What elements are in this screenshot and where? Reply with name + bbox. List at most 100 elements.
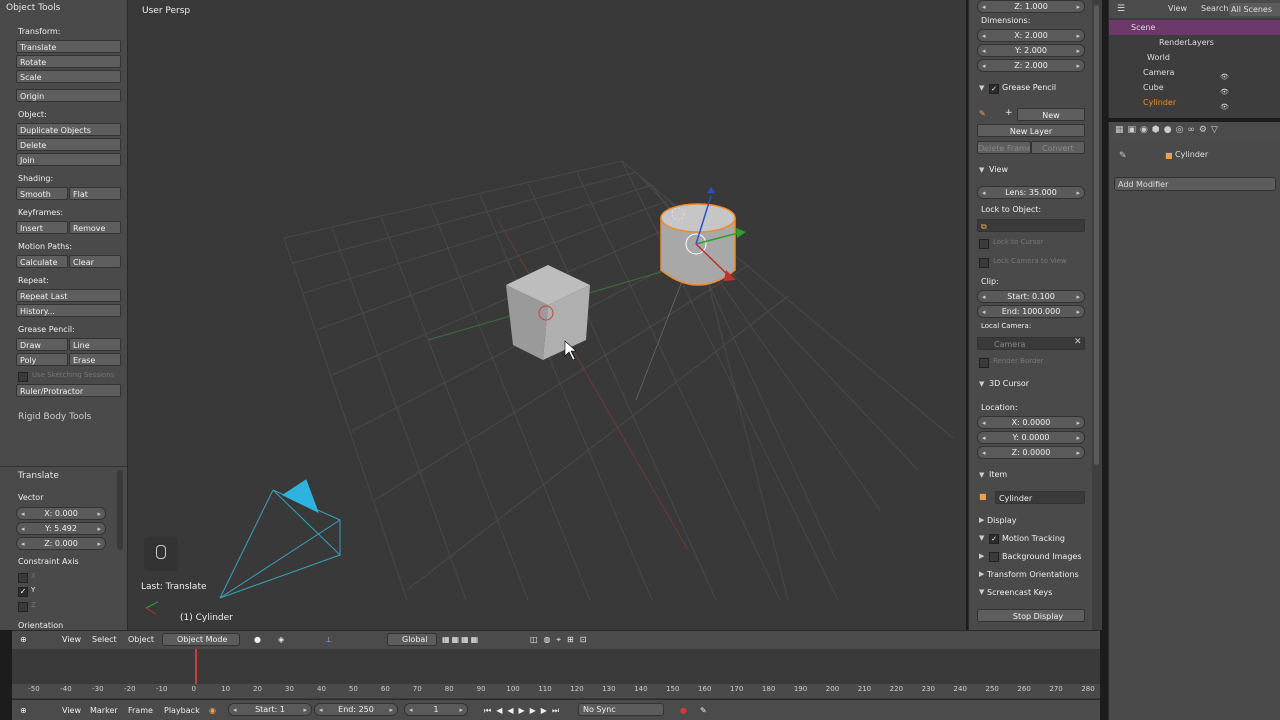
lock-camera-checkbox[interactable] [979,258,989,268]
dimension-y-field[interactable]: ◂ Y: 2.000 ▸ [977,44,1085,57]
remove-keyframe-button[interactable]: Remove [69,221,121,234]
clip-end-field[interactable]: ◂ End: 1000.000 ▸ [977,305,1085,318]
repeat-last-button[interactable]: Repeat Last [16,289,121,302]
operator-title[interactable]: Translate [18,471,59,481]
lock-to-cursor-checkbox[interactable] [979,239,989,249]
outliner-row-renderlayers[interactable]: RenderLayers [1109,35,1280,50]
vector-y-field[interactable]: ◂ Y: 5.492 ▸ [16,522,106,535]
gp-line-button[interactable]: Line [69,338,121,351]
flat-button[interactable]: Flat [69,187,121,200]
dimension-z-field[interactable]: ◂ Z: 2.000 ▸ [977,59,1085,72]
delete-frame-button[interactable]: Delete Frame [977,141,1031,154]
3d-viewport[interactable]: User Persp Last: Translate (1) Cylinder [128,0,966,630]
playback-controls[interactable]: ⏮◀◀▶▶▶⏭ [484,704,564,717]
axis-y-checkbox[interactable]: ✓ [18,587,28,597]
orientation-select[interactable]: Global [387,633,437,646]
outliner-view-menu[interactable]: View [1168,4,1187,13]
rotate-button[interactable]: Rotate [16,55,121,68]
screencast-collapse-icon[interactable]: ▼ [979,588,984,596]
snap-icons[interactable]: ◫◍⌖⊞⊡ [530,633,592,646]
clear-camera-icon[interactable]: ✕ [1074,337,1082,347]
end-frame-field[interactable]: ◂ End: 250 ▸ [314,703,398,716]
axis-z-checkbox[interactable] [18,602,28,612]
vector-x-field[interactable]: ◂ X: 0.000 ▸ [16,507,106,520]
timeline-view-menu[interactable]: View [62,704,81,717]
transform-orientations-title[interactable]: Transform Orientations [987,570,1079,579]
gp-poly-button[interactable]: Poly [16,353,68,366]
shading-select-icon[interactable]: ● [254,633,261,646]
cube-object[interactable] [506,265,590,360]
outliner-row-cube[interactable]: Cube [1109,80,1280,95]
bg-images-expand-icon[interactable]: ▶ [979,552,984,560]
outliner-menu-icon[interactable]: ☰ [1117,4,1125,14]
lock-object-field[interactable]: ⧉ [977,219,1085,232]
frame-ruler[interactable] [12,684,1100,698]
background-images-title[interactable]: Background Images [1002,552,1082,561]
sync-select[interactable]: No Sync [578,703,664,716]
playback-menu[interactable]: Playback [164,704,200,717]
outliner-row-scene[interactable]: Scene [1109,20,1280,35]
visibility-eye-icons[interactable]: 👁 👁 👁 [1220,70,1229,115]
dimension-x-field[interactable]: ◂ X: 2.000 ▸ [977,29,1085,42]
gp-draw-button[interactable]: Draw [16,338,68,351]
location-z-field[interactable]: ◂ Z: 1.000 ▸ [977,0,1085,13]
grease-pencil-title[interactable]: Grease Pencil [1002,83,1056,92]
current-frame-field[interactable]: ◂ 1 ▸ [404,703,468,716]
rigid-body-tools-header[interactable]: Rigid Body Tools [18,412,91,422]
collapse-arrow-icon[interactable]: ▼ [979,84,984,92]
view-menu[interactable]: View [62,633,81,646]
stop-display-button[interactable]: Stop Display [977,609,1085,622]
item-collapse-icon[interactable]: ▼ [979,471,984,479]
grease-pencil-checkbox[interactable]: ✓ [989,84,999,94]
outliner-row-camera[interactable]: Camera [1109,65,1280,80]
vector-z-field[interactable]: ◂ Z: 0.000 ▸ [16,537,106,550]
history-button[interactable]: History... [16,304,121,317]
local-camera-field[interactable]: Camera [977,337,1085,350]
join-button[interactable]: Join [16,153,121,166]
motion-tracking-collapse-icon[interactable]: ▼ [979,534,984,542]
gp-new-button[interactable]: New [1017,108,1085,121]
start-frame-field[interactable]: ◂ Start: 1 ▸ [228,703,312,716]
object-menu[interactable]: Object [128,633,154,646]
cursor-y-field[interactable]: ◂ Y: 0.0000 ▸ [977,431,1085,444]
manipulator-icon[interactable]: ⟂ [326,633,331,646]
insert-keyframe-button[interactable]: Insert [16,221,68,234]
origin-button[interactable]: Origin [16,89,121,102]
new-layer-button[interactable]: New Layer [977,124,1085,137]
clip-start-field[interactable]: ◂ Start: 0.100 ▸ [977,290,1085,303]
keying-icon[interactable]: ◉ [209,704,216,717]
motion-tracking-title[interactable]: Motion Tracking [1002,534,1065,543]
cursor-collapse-icon[interactable]: ▼ [979,380,984,388]
current-frame-line[interactable] [195,649,197,685]
render-border-checkbox[interactable] [979,358,989,368]
item-title[interactable]: Item [989,470,1007,479]
cursor-z-field[interactable]: ◂ Z: 0.0000 ▸ [977,446,1085,459]
scale-button[interactable]: Scale [16,70,121,83]
operator-scrollbar[interactable] [117,470,123,550]
marker-menu[interactable]: Marker [90,704,118,717]
pin-icon[interactable]: ✎ [1119,151,1127,161]
lens-field[interactable]: ◂ Lens: 35.000 ▸ [977,186,1085,199]
props-scrollbar[interactable] [1094,5,1099,465]
background-images-checkbox[interactable] [989,552,999,562]
record-icon[interactable]: ● [680,704,687,717]
3d-cursor-title[interactable]: 3D Cursor [989,379,1029,388]
mode-select[interactable]: Object Mode [162,633,240,646]
outliner-row-world[interactable]: World [1109,50,1280,65]
duplicate-objects-button[interactable]: Duplicate Objects [16,123,121,136]
pencil-icon[interactable]: ✎ [979,109,986,118]
editor-type-icon[interactable]: ⊕ [20,633,27,646]
display-expand-icon[interactable]: ▶ [979,516,984,524]
frame-menu[interactable]: Frame [128,704,153,717]
transform-orient-expand-icon[interactable]: ▶ [979,570,984,578]
outliner-search-menu[interactable]: Search [1201,4,1228,13]
select-menu[interactable]: Select [92,633,117,646]
object-tools-header[interactable]: Object Tools [6,3,60,13]
motion-tracking-checkbox[interactable]: ✓ [989,534,999,544]
outliner-row-cylinder[interactable]: Cylinder [1109,95,1280,110]
cursor-x-field[interactable]: ◂ X: 0.0000 ▸ [977,416,1085,429]
translate-button[interactable]: Translate [16,40,121,53]
convert-button[interactable]: Convert [1031,141,1085,154]
properties-tab-icons[interactable]: ▦▣◉⬢●◎∞⚙▽ [1115,125,1222,135]
display-title[interactable]: Display [987,516,1017,525]
